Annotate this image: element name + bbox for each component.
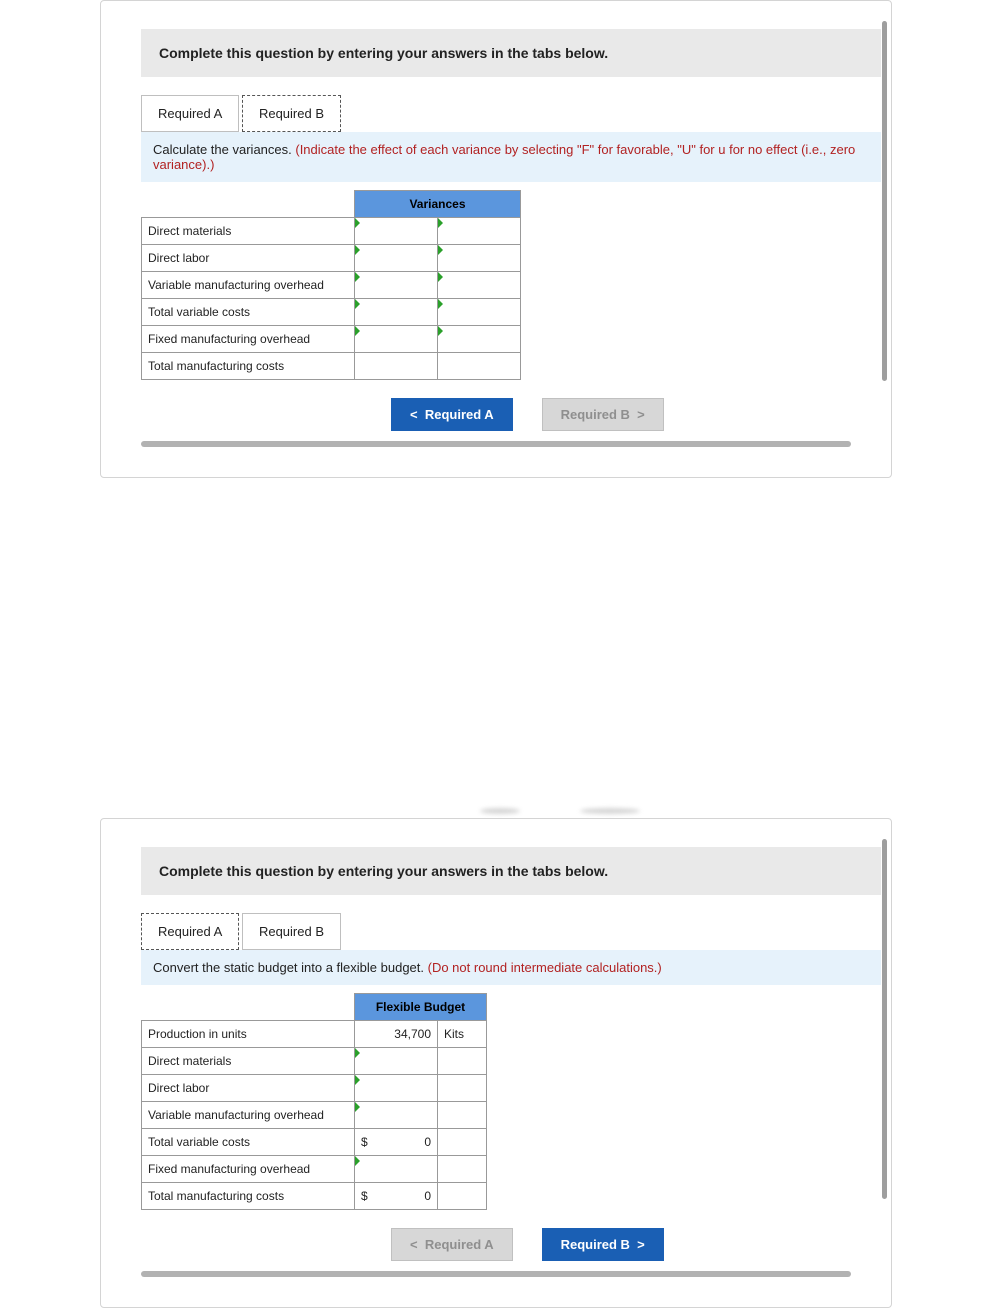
col-header-flexible-budget: Flexible Budget [355, 994, 487, 1021]
unit-cell [438, 1075, 487, 1102]
table-row: Total manufacturing costs [142, 353, 521, 380]
next-button-label: Required B [561, 407, 630, 422]
page-shadow [100, 808, 892, 818]
row-label: Variable manufacturing overhead [142, 272, 355, 299]
unit-cell [438, 1183, 487, 1210]
variance-amount-input[interactable] [355, 299, 438, 326]
unit-cell [438, 1156, 487, 1183]
row-label: Direct materials [142, 1048, 355, 1075]
nav-row: < Required A Required B > [141, 398, 891, 431]
instruction-bar: Complete this question by entering your … [141, 847, 881, 895]
row-label: Fixed manufacturing overhead [142, 1156, 355, 1183]
chevron-left-icon: < [410, 1237, 425, 1252]
prev-button-label: Required A [425, 1237, 494, 1252]
variance-effect-select[interactable] [438, 299, 521, 326]
variance-amount-input[interactable] [355, 326, 438, 353]
table-row: Total manufacturing costs $0 [142, 1183, 487, 1210]
total-manufacturing-costs-value: $0 [355, 1183, 438, 1210]
prompt-text: Convert the static budget into a flexibl… [153, 960, 428, 975]
horizontal-scrollbar[interactable] [141, 1271, 851, 1277]
prev-button-label: Required A [425, 407, 494, 422]
row-label: Total variable costs [142, 1129, 355, 1156]
variance-amount-input[interactable] [355, 272, 438, 299]
table-row: Direct materials [142, 218, 521, 245]
row-label: Production in units [142, 1021, 355, 1048]
table-row: Direct materials [142, 1048, 487, 1075]
table-row: Fixed manufacturing overhead [142, 1156, 487, 1183]
table-row: Variable manufacturing overhead [142, 1102, 487, 1129]
flexible-budget-table: Flexible Budget Production in units 34,7… [141, 993, 487, 1210]
vertical-scrollbar[interactable] [882, 839, 887, 1199]
total-variable-costs-value: $0 [355, 1129, 438, 1156]
row-label: Direct labor [142, 245, 355, 272]
chevron-left-icon: < [410, 407, 425, 422]
prompt-text: Calculate the variances. [153, 142, 295, 157]
amount-input[interactable] [355, 1048, 438, 1075]
prompt-hint: (Do not round intermediate calculations.… [428, 960, 662, 975]
variance-amount-input[interactable] [355, 218, 438, 245]
tabs: Required A Required B [141, 913, 891, 950]
col-header-variances: Variances [355, 191, 521, 218]
variance-effect-select[interactable] [438, 272, 521, 299]
table-row: Fixed manufacturing overhead [142, 326, 521, 353]
unit-cell [438, 1102, 487, 1129]
question-card-required-a: Complete this question by entering your … [100, 818, 892, 1308]
row-label: Direct materials [142, 218, 355, 245]
nav-row: < Required A Required B > [141, 1228, 891, 1261]
table-row: Direct labor [142, 1075, 487, 1102]
variance-effect-select[interactable] [438, 326, 521, 353]
prev-button: < Required A [391, 1228, 513, 1261]
table-row: Direct labor [142, 245, 521, 272]
row-label: Direct labor [142, 1075, 355, 1102]
table-row: Total variable costs [142, 299, 521, 326]
tab-required-b[interactable]: Required B [242, 913, 341, 950]
question-prompt: Calculate the variances. (Indicate the e… [141, 132, 881, 182]
next-button[interactable]: Required B > [542, 1228, 664, 1261]
table-row: Variable manufacturing overhead [142, 272, 521, 299]
production-units-label: Kits [438, 1021, 487, 1048]
tabs: Required A Required B [141, 95, 891, 132]
tab-required-a[interactable]: Required A [141, 913, 239, 950]
question-prompt: Convert the static budget into a flexibl… [141, 950, 881, 985]
variance-amount-input[interactable] [355, 353, 438, 380]
prev-button[interactable]: < Required A [391, 398, 513, 431]
horizontal-scrollbar[interactable] [141, 441, 851, 447]
tab-required-b[interactable]: Required B [242, 95, 341, 132]
amount-input[interactable] [355, 1075, 438, 1102]
row-label: Total manufacturing costs [142, 1183, 355, 1210]
row-label: Fixed manufacturing overhead [142, 326, 355, 353]
chevron-right-icon: > [630, 407, 645, 422]
table-row: Production in units 34,700 Kits [142, 1021, 487, 1048]
next-button: Required B > [542, 398, 664, 431]
tab-required-a[interactable]: Required A [141, 95, 239, 132]
row-label: Total manufacturing costs [142, 353, 355, 380]
variance-effect-select[interactable] [438, 218, 521, 245]
unit-cell [438, 1129, 487, 1156]
variance-amount-input[interactable] [355, 245, 438, 272]
variances-table: Variances Direct materials Direct labor … [141, 190, 521, 380]
vertical-scrollbar[interactable] [882, 21, 887, 381]
variance-effect-select[interactable] [438, 245, 521, 272]
next-button-label: Required B [561, 1237, 630, 1252]
row-label: Total variable costs [142, 299, 355, 326]
amount-input[interactable] [355, 1156, 438, 1183]
production-units-value: 34,700 [355, 1021, 438, 1048]
variance-effect-select[interactable] [438, 353, 521, 380]
question-card-required-b: Complete this question by entering your … [100, 0, 892, 478]
instruction-bar: Complete this question by entering your … [141, 29, 881, 77]
chevron-right-icon: > [630, 1237, 645, 1252]
amount-input[interactable] [355, 1102, 438, 1129]
table-row: Total variable costs $0 [142, 1129, 487, 1156]
row-label: Variable manufacturing overhead [142, 1102, 355, 1129]
unit-cell [438, 1048, 487, 1075]
